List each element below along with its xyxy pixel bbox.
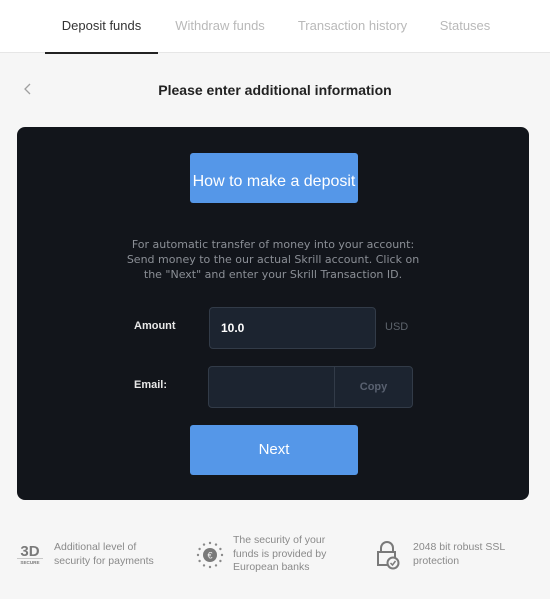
info-line: For automatic transfer of money into you… bbox=[131, 238, 415, 251]
feature-text: The security of your funds is provided b… bbox=[233, 534, 327, 573]
amount-label: Amount bbox=[134, 320, 176, 332]
amount-input[interactable] bbox=[210, 308, 375, 348]
tab-statuses[interactable]: Statuses bbox=[430, 0, 500, 53]
secure-text: SECURE bbox=[20, 560, 39, 565]
copy-button[interactable]: Copy bbox=[334, 367, 412, 407]
deposit-panel: How to make a deposit For automatic tran… bbox=[17, 127, 529, 500]
euro-stars-icon: € bbox=[196, 541, 224, 569]
tab-withdraw-funds[interactable]: Withdraw funds bbox=[170, 0, 270, 53]
page-title: Please enter additional information bbox=[158, 82, 392, 98]
feature-text: Additional level of security for payment… bbox=[54, 541, 154, 567]
svg-text:€: € bbox=[207, 551, 212, 561]
email-label: Email: bbox=[134, 379, 168, 391]
tab-transaction-history[interactable]: Transaction history bbox=[290, 0, 415, 53]
currency-label: USD bbox=[385, 321, 409, 333]
3d-text: 3D bbox=[20, 543, 39, 560]
info-line: the "Next" and enter your Skrill Transac… bbox=[143, 268, 403, 281]
lock-check-icon bbox=[377, 541, 400, 570]
next-button[interactable]: Next bbox=[190, 425, 358, 475]
email-field-wrapper: Copy bbox=[208, 366, 413, 408]
feature-text: 2048 bit robust SSL protection bbox=[413, 541, 505, 567]
tab-deposit-funds[interactable]: Deposit funds bbox=[45, 0, 158, 54]
security-features: 3D SECURE Additional level of security f… bbox=[0, 530, 550, 580]
email-input[interactable] bbox=[209, 367, 334, 407]
how-to-deposit-button[interactable]: How to make a deposit bbox=[190, 153, 358, 203]
amount-field-wrapper bbox=[209, 307, 376, 349]
3d-secure-icon: 3D SECURE bbox=[17, 543, 43, 565]
tab-bar: Deposit funds Withdraw funds Transaction… bbox=[0, 0, 550, 54]
info-text: For automatic transfer of money into you… bbox=[17, 237, 529, 282]
info-line: Send money to the our actual Skrill acco… bbox=[126, 253, 420, 266]
